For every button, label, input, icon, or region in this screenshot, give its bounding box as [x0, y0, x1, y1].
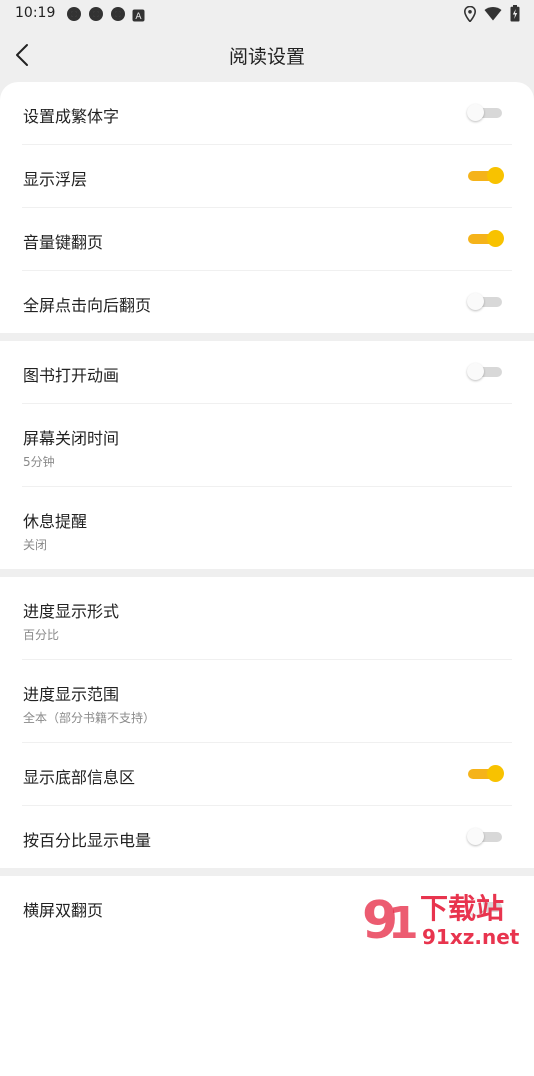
setting-row-traditional-chinese[interactable]: 设置成繁体字: [22, 82, 512, 145]
toggle-switch[interactable]: [468, 765, 504, 782]
location-icon: [463, 5, 477, 26]
status-system-icons: [463, 5, 520, 26]
setting-row-volume-key-page[interactable]: 音量键翻页: [22, 208, 512, 271]
setting-row-progress-range[interactable]: 进度显示范围 全本（部分书籍不支持）: [22, 660, 512, 743]
section-divider: [0, 868, 534, 876]
setting-label: 设置成繁体字: [23, 107, 120, 126]
toggle-switch[interactable]: [468, 230, 504, 247]
toggle-switch[interactable]: [467, 293, 504, 310]
setting-label: 休息提醒: [23, 512, 88, 531]
app-icon: [88, 6, 104, 26]
setting-label: 图书打开动画: [23, 366, 120, 385]
section-divider: [0, 333, 534, 341]
a-icon: A: [132, 7, 145, 26]
watermark-big: 下载站: [420, 892, 504, 925]
setting-row-book-open-animation[interactable]: 图书打开动画: [22, 341, 512, 404]
title-bar: 阅读设置: [0, 28, 534, 82]
setting-row-screen-timeout[interactable]: 屏幕关闭时间 5分钟: [22, 404, 512, 487]
status-time: 10:19: [15, 5, 56, 21]
toggle-switch[interactable]: [467, 828, 504, 845]
setting-row-show-overlay[interactable]: 显示浮层: [22, 145, 512, 208]
setting-label: 屏幕关闭时间: [23, 429, 120, 448]
toggle-switch[interactable]: [467, 363, 504, 380]
settings-section-behavior: 图书打开动画 屏幕关闭时间 5分钟 休息提醒 关闭: [0, 341, 534, 569]
setting-row-bottom-info[interactable]: 显示底部信息区: [22, 743, 512, 806]
toggle-switch[interactable]: [467, 104, 504, 121]
toggle-switch[interactable]: [468, 167, 504, 184]
settings-section-progress: 进度显示形式 百分比 进度显示范围 全本（部分书籍不支持） 显示底部信息区 按百…: [0, 577, 534, 868]
svg-text:1: 1: [388, 898, 419, 948]
setting-value: 全本（部分书籍不支持）: [23, 711, 156, 725]
setting-value: 百分比: [23, 628, 60, 642]
setting-label: 全屏点击向后翻页: [23, 296, 152, 315]
status-notification-icons: A: [66, 6, 145, 26]
settings-list: 设置成繁体字 显示浮层 音量键翻页 全屏点击向后翻页 图书打开动画 屏幕关闭时间…: [0, 82, 534, 1076]
setting-row-rest-reminder[interactable]: 休息提醒 关闭: [22, 487, 512, 569]
battery-icon: [510, 5, 520, 26]
setting-value: 5分钟: [23, 455, 55, 469]
setting-label: 横屏双翻页: [23, 901, 104, 920]
settings-section-display: 设置成繁体字 显示浮层 音量键翻页 全屏点击向后翻页: [0, 82, 534, 333]
watermark-small: 91xz.net: [422, 925, 520, 948]
app-icon: [66, 6, 82, 26]
setting-row-progress-format[interactable]: 进度显示形式 百分比: [22, 577, 512, 660]
setting-label: 显示底部信息区: [23, 768, 136, 787]
setting-label: 进度显示范围: [23, 685, 120, 704]
setting-label: 按百分比显示电量: [23, 831, 152, 850]
svg-text:A: A: [135, 12, 142, 22]
setting-row-battery-percent[interactable]: 按百分比显示电量: [22, 806, 512, 868]
page-title: 阅读设置: [228, 46, 305, 68]
setting-label: 显示浮层: [23, 170, 88, 189]
setting-label: 进度显示形式: [23, 602, 120, 621]
setting-label: 音量键翻页: [23, 233, 104, 252]
app-icon: [110, 6, 126, 26]
status-bar: 10:19 A: [0, 0, 534, 28]
setting-value: 关闭: [23, 538, 48, 552]
setting-row-fullscreen-tap-forward[interactable]: 全屏点击向后翻页: [22, 271, 512, 333]
watermark-logo: 9 1 下载站 91xz.net: [360, 886, 532, 951]
wifi-icon: [484, 6, 502, 25]
section-divider: [0, 569, 534, 577]
